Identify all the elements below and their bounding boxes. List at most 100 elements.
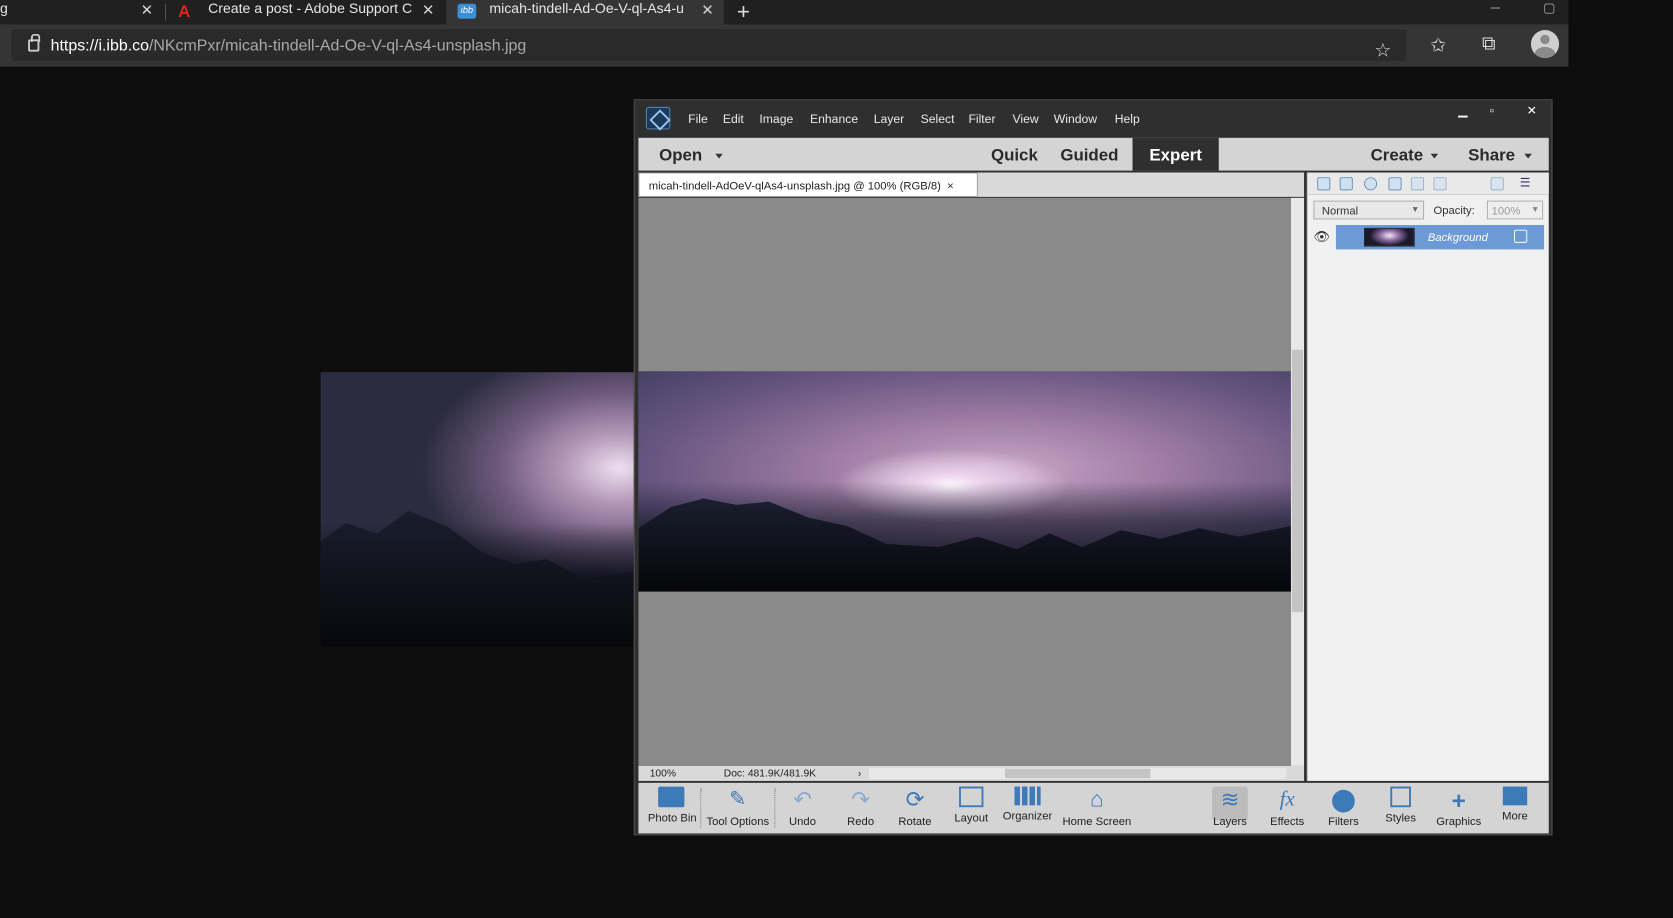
open-button[interactable]: Open [659,145,723,165]
profile-avatar[interactable] [1530,30,1560,59]
home-screen-button[interactable]: ⌂ Home Screen [1060,787,1133,828]
more-icon [1502,786,1528,806]
effects-icon: fx [1279,786,1295,810]
layers-label: Layers [1213,814,1247,828]
close-icon[interactable]: ✕ [141,1,154,20]
lock-icon[interactable] [28,33,41,52]
tab-guided[interactable]: Guided [1060,145,1118,165]
layout-button[interactable]: Layout [948,786,995,824]
organizer-button[interactable]: Organizer [1000,786,1054,822]
add-favorite-icon[interactable]: ☆ [1371,38,1395,61]
tool-options-button[interactable]: ✎ Tool Options [704,787,772,828]
collections-icon[interactable]: ⧉ [1477,34,1501,56]
share-label: Share [1468,145,1516,165]
rotate-icon: ⟳ [905,787,925,813]
menu-layer[interactable]: Layer [874,112,904,126]
create-button[interactable]: Create [1371,145,1439,165]
layer-lock-icon[interactable] [1514,229,1528,243]
browser-tab-3[interactable]: ibb micah-tindell-Ad-Oe-V-ql-As4-u ✕ [446,0,724,25]
browser-tab-2[interactable]: A Create a post - Adobe Support C ✕ [167,0,444,24]
address-bar[interactable]: https://i.ibb.co/NKcmPxr/micah-tindell-A… [11,29,1407,61]
share-button[interactable]: Share [1468,145,1532,165]
layer-mask-icon[interactable] [1388,177,1402,191]
tab-expert[interactable]: Expert [1132,137,1219,171]
photo-bin-label: Photo Bin [647,810,697,825]
graphics-icon: + [1451,786,1466,815]
url-text[interactable]: https://i.ibb.co/NKcmPxr/micah-tindell-A… [51,37,527,56]
new-group-icon[interactable] [1339,177,1353,191]
zoom-level[interactable]: 100% [650,768,676,779]
layout-icon [959,786,984,808]
close-icon[interactable]: × [947,179,954,192]
chevron-down-icon [715,153,723,159]
favorites-icon[interactable]: ✩ [1426,34,1450,57]
minimize-button[interactable]: ▁ [1449,102,1476,121]
adjustment-layer-icon[interactable] [1364,177,1378,191]
maximize-button[interactable]: ▫ [1478,102,1505,121]
minimize-icon[interactable]: ─ [1491,0,1500,15]
tab-title: Create a post - Adobe Support C [208,0,413,17]
rotate-button[interactable]: ⟳ Rotate [892,787,939,828]
more-button[interactable]: More [1492,786,1539,823]
new-tab-button[interactable]: + [737,0,750,25]
menu-help[interactable]: Help [1115,112,1140,126]
menu-view[interactable]: View [1013,112,1039,126]
opacity-field[interactable]: 100% ▼ [1486,200,1544,220]
trash-icon[interactable] [1490,177,1504,191]
new-layer-icon[interactable] [1317,177,1331,191]
graphics-button[interactable]: + Graphics [1433,787,1484,828]
image-canvas[interactable] [638,197,1291,766]
opacity-label: Opacity: [1433,203,1475,217]
url-path: /NKcmPxr/micah-tindell-Ad-Oe-V-ql-As4-un… [148,36,527,55]
panel-menu-icon[interactable]: ☰ [1520,175,1531,190]
photo-bin-button[interactable]: Photo Bin [647,786,697,825]
lock-icon[interactable] [1410,177,1425,191]
filters-button[interactable]: ⬤ Filters [1320,787,1367,828]
horizontal-scrollbar[interactable] [869,767,1287,780]
opacity-value: 100% [1491,204,1521,218]
tab-title: micah-tindell-Ad-Oe-V-ql-As4-u [489,0,684,17]
layers-icon: ≋ [1220,787,1240,813]
blend-mode-select[interactable]: Normal ▼ [1313,200,1425,220]
filters-icon: ⬤ [1330,787,1357,813]
redo-label: Redo [847,814,875,828]
scroll-thumb[interactable] [1291,349,1304,613]
menu-filter[interactable]: Filter [968,112,995,126]
close-icon[interactable]: ✕ [422,1,435,20]
menu-file[interactable]: File [688,112,708,126]
vertical-scrollbar[interactable] [1290,197,1305,766]
rotate-label: Rotate [898,814,932,828]
tool-options-icon: ✎ [729,786,747,810]
filters-label: Filters [1328,814,1359,828]
document-tab[interactable]: micah-tindell-AdOeV-qlAs4-unsplash.jpg @… [638,172,978,197]
menu-image[interactable]: Image [759,112,793,126]
maximize-icon[interactable]: ▢ [1543,0,1555,16]
effects-button[interactable]: fx Effects [1264,787,1311,828]
create-label: Create [1370,145,1424,165]
status-arrow-icon[interactable]: › [858,768,861,779]
title-bar: File Edit Image Enhance Layer Select Fil… [634,100,1552,136]
styles-button[interactable]: Styles [1377,786,1424,824]
close-button[interactable]: ✕ [1513,102,1551,121]
adobe-icon: A [178,1,191,21]
layers-button[interactable]: ≋ Layers [1207,787,1254,828]
lock-transparent-icon[interactable] [1433,177,1447,191]
organizer-icon [1014,786,1041,806]
layer-row-background[interactable]: Background [1335,225,1545,250]
menu-edit[interactable]: Edit [723,112,744,126]
undo-button[interactable]: ↶ Undo [779,787,826,828]
tab-quick[interactable]: Quick [991,145,1038,165]
doc-size: Doc: 481.9K/481.9K [723,767,817,780]
browser-tab-1[interactable]: g ✕ [0,0,164,24]
visibility-eye-icon[interactable]: 👁 [1313,229,1330,245]
menu-select[interactable]: Select [921,112,955,126]
home-icon: ⌂ [1090,786,1104,812]
document-tabs: micah-tindell-AdOeV-qlAs4-unsplash.jpg @… [638,172,1305,197]
menu-window[interactable]: Window [1054,112,1097,126]
more-label: More [1502,809,1528,823]
redo-button[interactable]: ↷ Redo [837,787,884,828]
lightning-photo [638,371,1291,592]
scroll-thumb[interactable] [1005,768,1151,779]
menu-enhance[interactable]: Enhance [810,112,858,126]
close-icon[interactable]: ✕ [701,1,714,20]
